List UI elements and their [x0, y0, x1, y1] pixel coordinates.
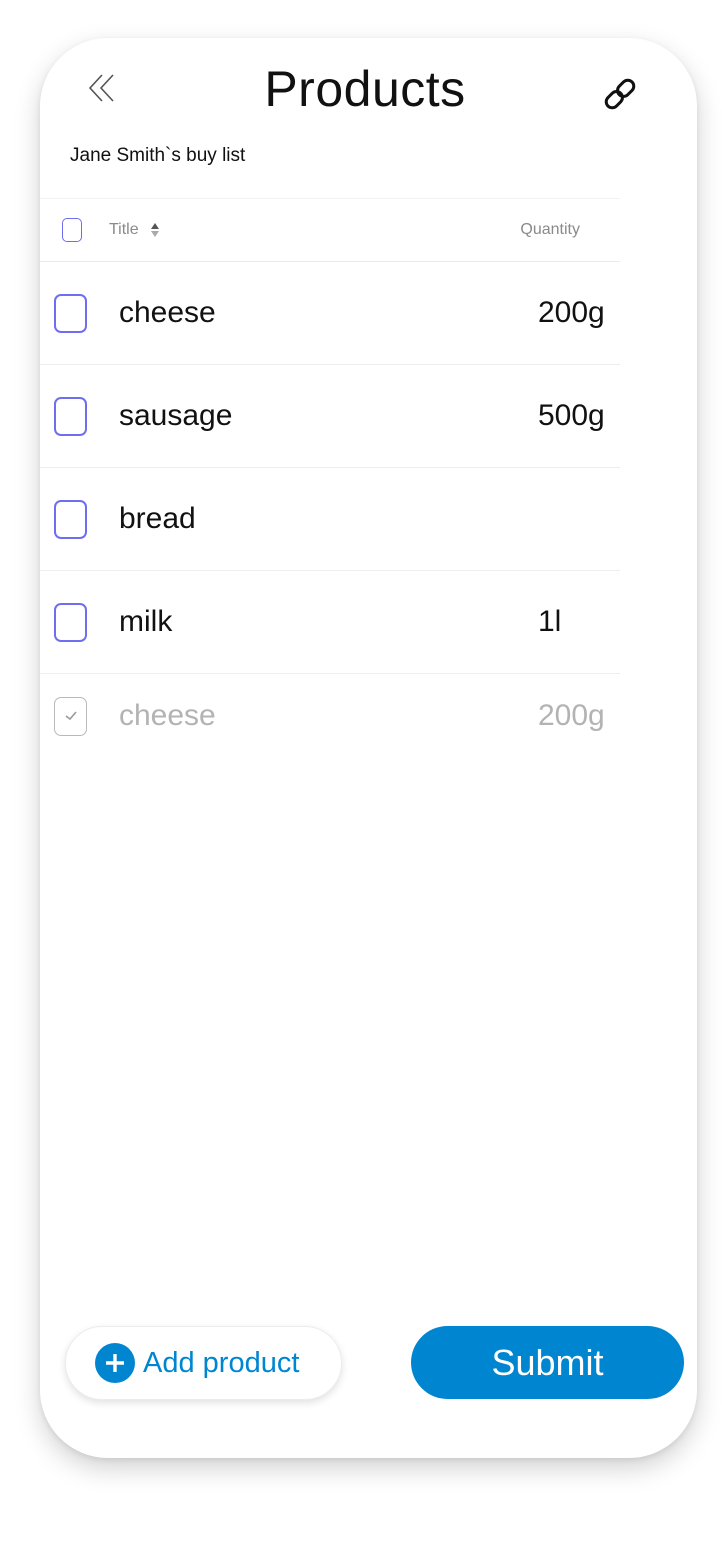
- item-quantity: 200g: [538, 296, 605, 329]
- list-item[interactable]: sausage 500g: [40, 365, 620, 468]
- item-name: cheese: [119, 296, 216, 329]
- list-item-completed[interactable]: cheese 200g: [40, 674, 620, 758]
- submit-button[interactable]: Submit: [411, 1326, 684, 1399]
- item-checkbox[interactable]: [54, 396, 87, 436]
- item-checkbox[interactable]: [54, 293, 87, 333]
- product-list: Title Quantity cheese 200g sausage 500g …: [40, 198, 620, 758]
- page-title: Products: [264, 61, 466, 117]
- column-header-quantity: Quantity: [520, 221, 580, 238]
- item-name: milk: [119, 605, 173, 638]
- checkmark-icon: [65, 711, 77, 721]
- add-product-label: Add product: [143, 1346, 300, 1379]
- table-header: Title Quantity: [40, 198, 620, 262]
- item-name: cheese: [119, 699, 216, 732]
- link-icon: [604, 78, 636, 110]
- add-product-button[interactable]: Add product: [65, 1326, 342, 1400]
- item-checkbox[interactable]: [54, 602, 87, 642]
- item-quantity: 500g: [538, 399, 605, 432]
- item-checkbox[interactable]: [54, 499, 87, 539]
- item-quantity: 1l: [538, 605, 562, 638]
- list-item[interactable]: cheese 200g: [40, 262, 620, 365]
- item-checkbox-checked[interactable]: [54, 696, 87, 736]
- list-owner-subtitle: Jane Smith`s buy list: [70, 145, 246, 166]
- plus-circle-icon: [95, 1343, 135, 1383]
- item-name: sausage: [119, 399, 233, 432]
- sort-icon[interactable]: [150, 223, 159, 237]
- column-header-title[interactable]: Title: [109, 221, 139, 239]
- share-link-button[interactable]: [594, 68, 646, 120]
- phone-screen: Products Jane Smith`s buy list Title Qua…: [40, 38, 697, 1458]
- item-quantity: 200g: [538, 699, 605, 732]
- list-item[interactable]: milk 1l: [40, 571, 620, 674]
- item-name: bread: [119, 502, 196, 535]
- select-all-checkbox[interactable]: [62, 218, 82, 242]
- list-item[interactable]: bread: [40, 468, 620, 571]
